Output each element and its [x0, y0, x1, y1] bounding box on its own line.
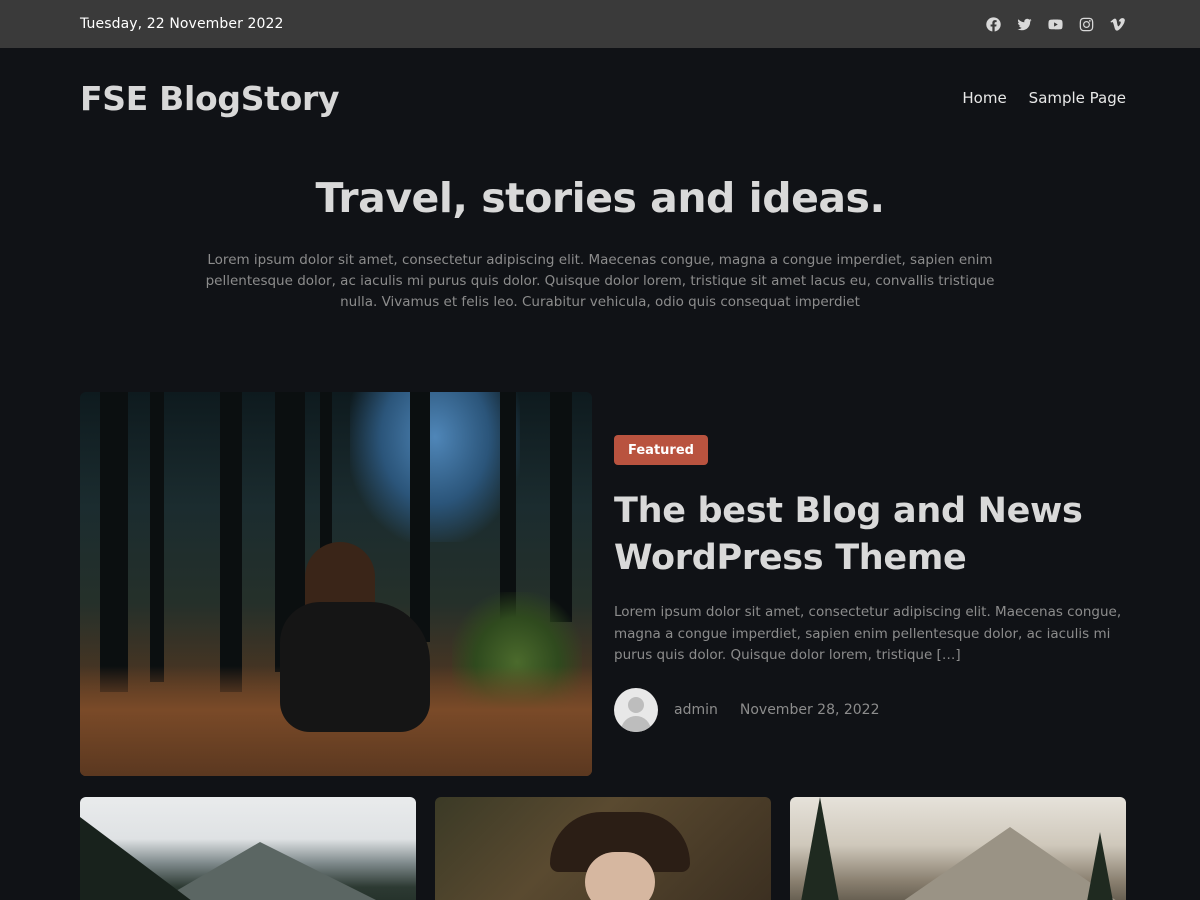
main-nav: Home Sample Page [962, 89, 1126, 107]
vimeo-icon[interactable] [1108, 15, 1126, 33]
post-card-image[interactable] [790, 797, 1126, 900]
instagram-icon[interactable] [1077, 15, 1095, 33]
nav-item-home[interactable]: Home [962, 89, 1006, 107]
site-header: FSE BlogStory Home Sample Page [80, 74, 1126, 122]
hero-text: Lorem ipsum dolor sit amet, consectetur … [205, 252, 995, 310]
featured-post-image[interactable] [80, 392, 592, 776]
youtube-icon[interactable] [1046, 15, 1064, 33]
author-avatar[interactable] [614, 688, 658, 732]
nav-item-sample-page[interactable]: Sample Page [1029, 89, 1126, 107]
top-bar: Tuesday, 22 November 2022 [0, 0, 1200, 48]
post-author[interactable]: admin [674, 702, 718, 718]
current-date: Tuesday, 22 November 2022 [80, 16, 284, 32]
post-date: November 28, 2022 [739, 702, 880, 718]
featured-badge[interactable]: Featured [614, 435, 708, 465]
featured-post-title[interactable]: The best Blog and News WordPress Theme [614, 488, 1126, 582]
facebook-icon[interactable] [984, 15, 1002, 33]
social-links [984, 15, 1126, 33]
post-meta: admin November 28, 2022 [614, 688, 880, 732]
post-card-image[interactable] [80, 797, 416, 900]
site-title[interactable]: FSE BlogStory [80, 79, 340, 118]
featured-post-excerpt: Lorem ipsum dolor sit amet, consectetur … [614, 604, 1122, 663]
twitter-icon[interactable] [1015, 15, 1033, 33]
post-card-image[interactable] [435, 797, 771, 900]
hero-title: Travel, stories and ideas. [315, 174, 885, 222]
